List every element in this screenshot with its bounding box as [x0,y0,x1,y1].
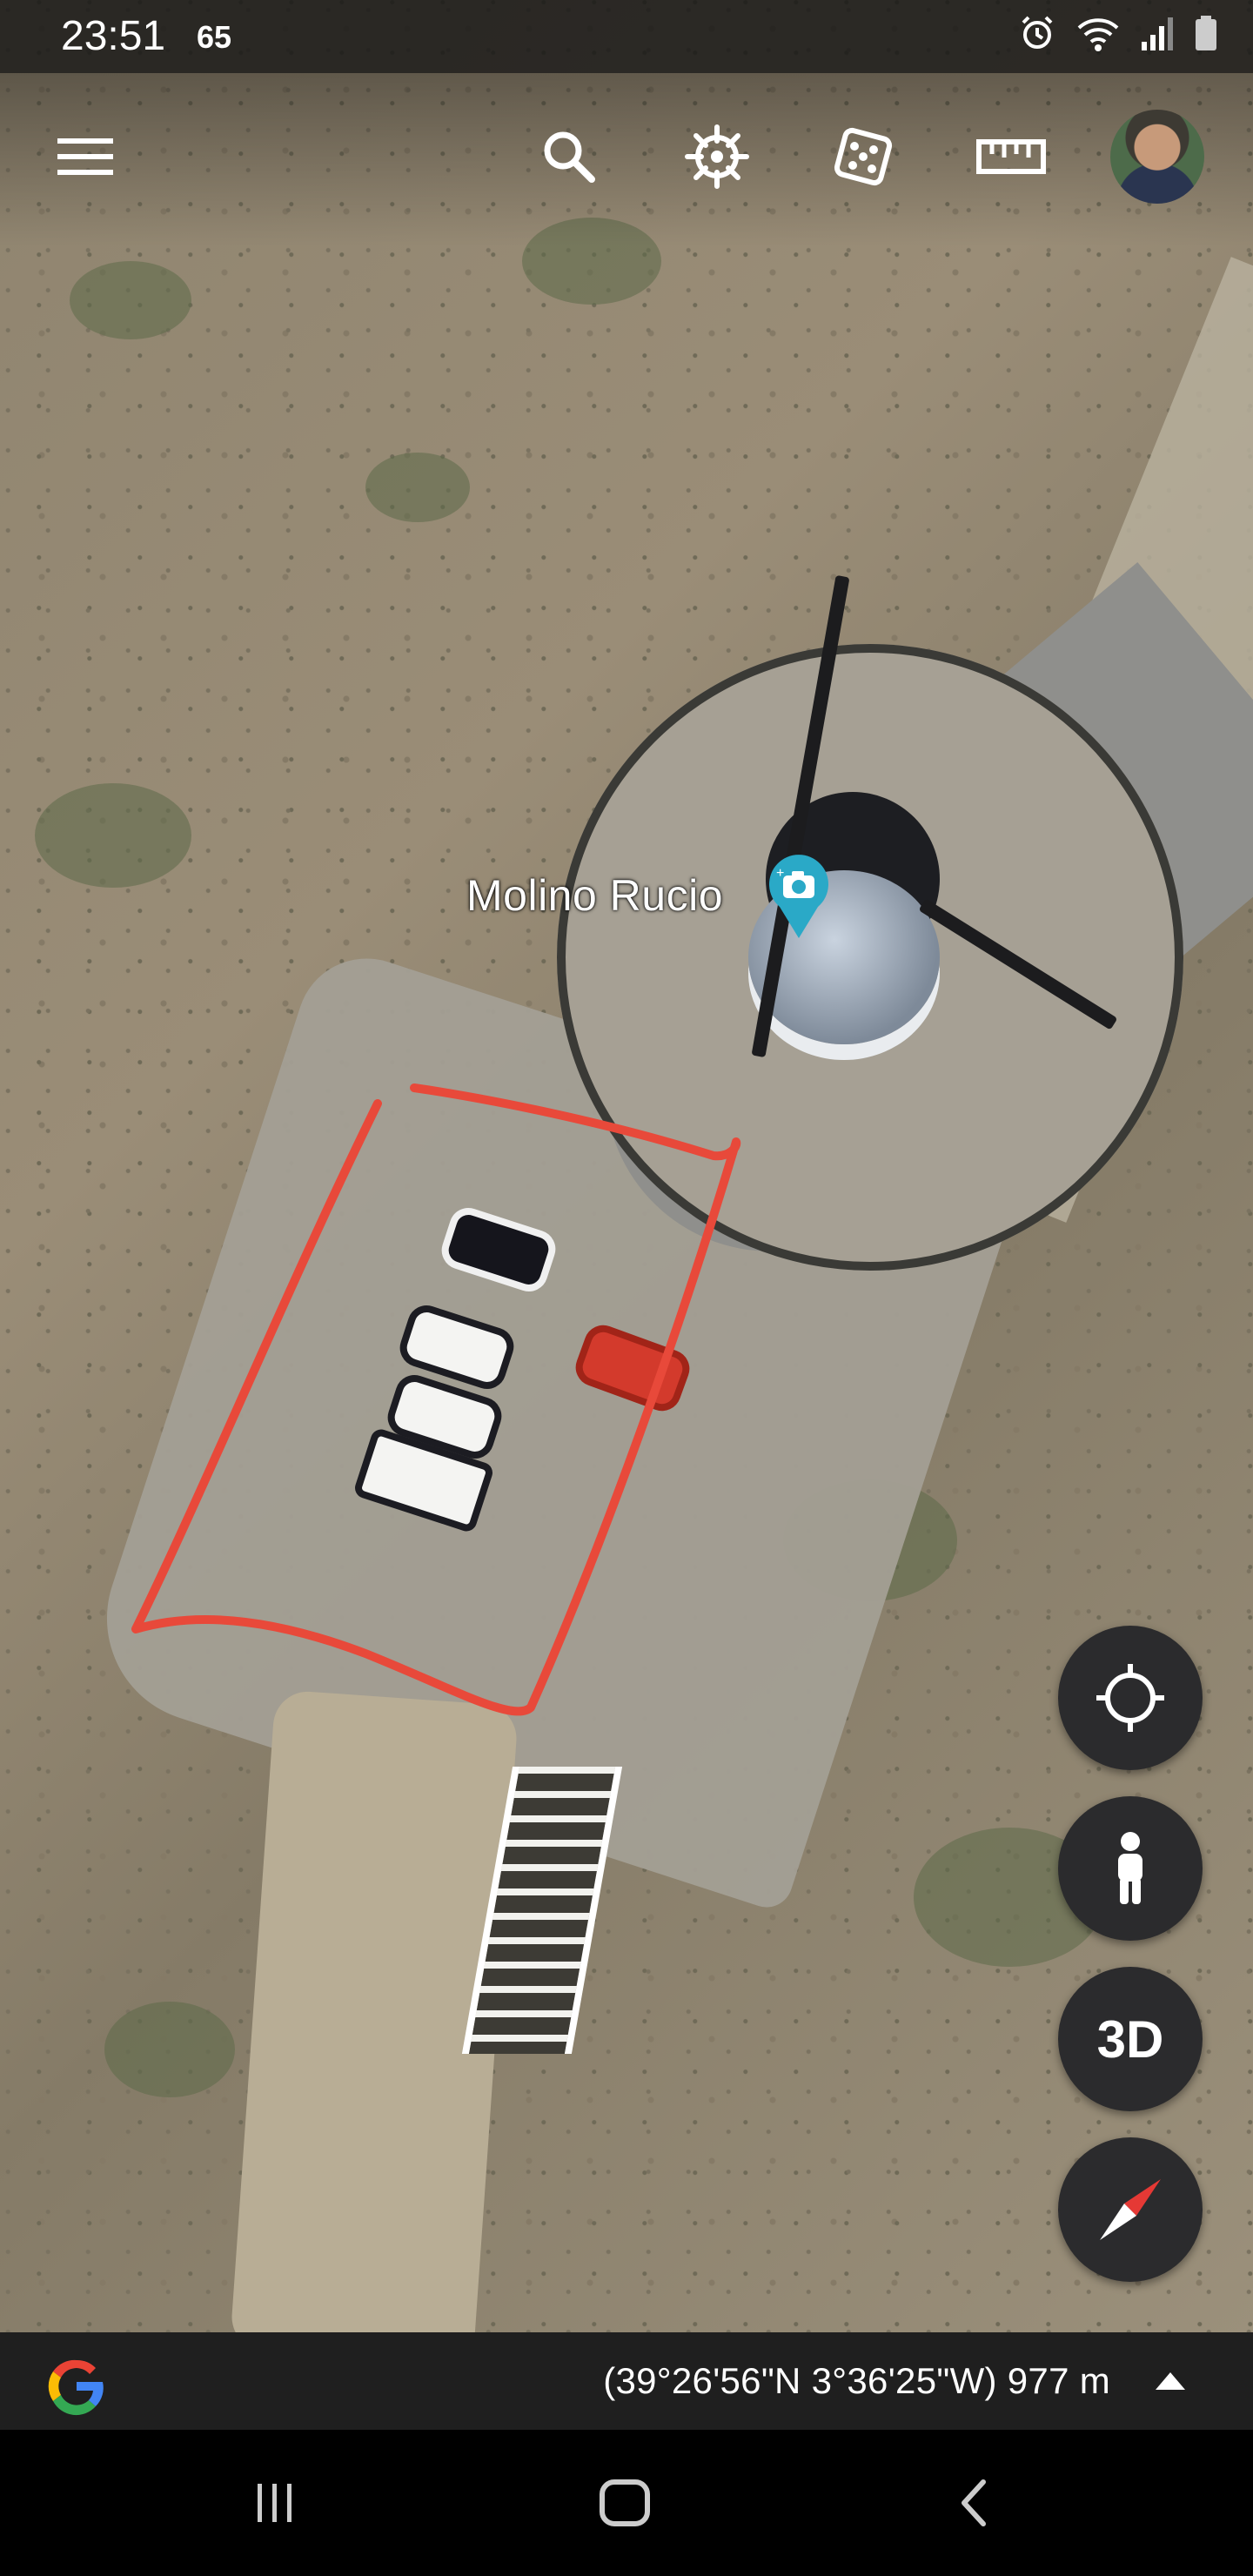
signal-icon [1142,17,1173,50]
svg-text:+: + [776,866,784,881]
photo-camera-pin-icon[interactable]: + [766,853,832,940]
status-icons [1018,14,1218,52]
search-icon [544,131,595,183]
my-location-button[interactable] [1058,1626,1203,1770]
alarm-icon [1022,16,1053,49]
top-toolbar [0,73,1253,247]
avatar[interactable] [1110,110,1204,204]
chevron-up-icon[interactable] [1156,2372,1185,2390]
info-bar: (39°26'56"N 3°36'25"W) 977 m [0,2332,1253,2430]
back-icon [962,2479,986,2526]
google-earth-app: Molino Rucio + 23:51 65 3D (39°26'56"N 3… [0,0,1253,2576]
system-nav-bar [0,2430,1253,2576]
home-button[interactable] [590,2468,660,2538]
street-view-button[interactable] [1058,1796,1203,1941]
random-button[interactable] [820,113,907,200]
crosshair-icon [1096,1664,1164,1732]
three-d-button[interactable]: 3D [1058,1967,1203,2111]
menu-button[interactable] [42,113,129,200]
recent-apps-icon [258,2484,291,2522]
coordinates-readout[interactable]: (39°26'56"N 3°36'25"W) 977 m [603,2360,1110,2402]
satellite-map[interactable]: Molino Rucio + [0,0,1253,2332]
battery-icon [1196,16,1216,50]
google-g-logo [48,2359,104,2416]
place-label[interactable]: Molino Rucio [466,870,723,921]
pegman-icon [1118,1832,1142,1904]
home-icon [600,2479,650,2526]
compass-icon [1100,2179,1161,2240]
dice-icon [834,127,893,186]
search-button[interactable] [526,113,613,200]
back-button[interactable] [940,2468,1009,2538]
status-bar: 23:51 65 [0,0,1253,73]
wifi-icon [1077,18,1119,51]
ruler-icon [976,139,1046,174]
red-drawn-outline [131,1083,741,1716]
measure-button[interactable] [968,113,1055,200]
status-time: 23:51 [61,13,166,59]
compass-button[interactable] [1058,2137,1203,2282]
recent-apps-button[interactable] [240,2468,310,2538]
voyager-button[interactable] [673,113,761,200]
voyager-wheel-icon [685,124,749,189]
menu-icon [57,138,113,175]
status-indicator: 65 [197,19,232,55]
